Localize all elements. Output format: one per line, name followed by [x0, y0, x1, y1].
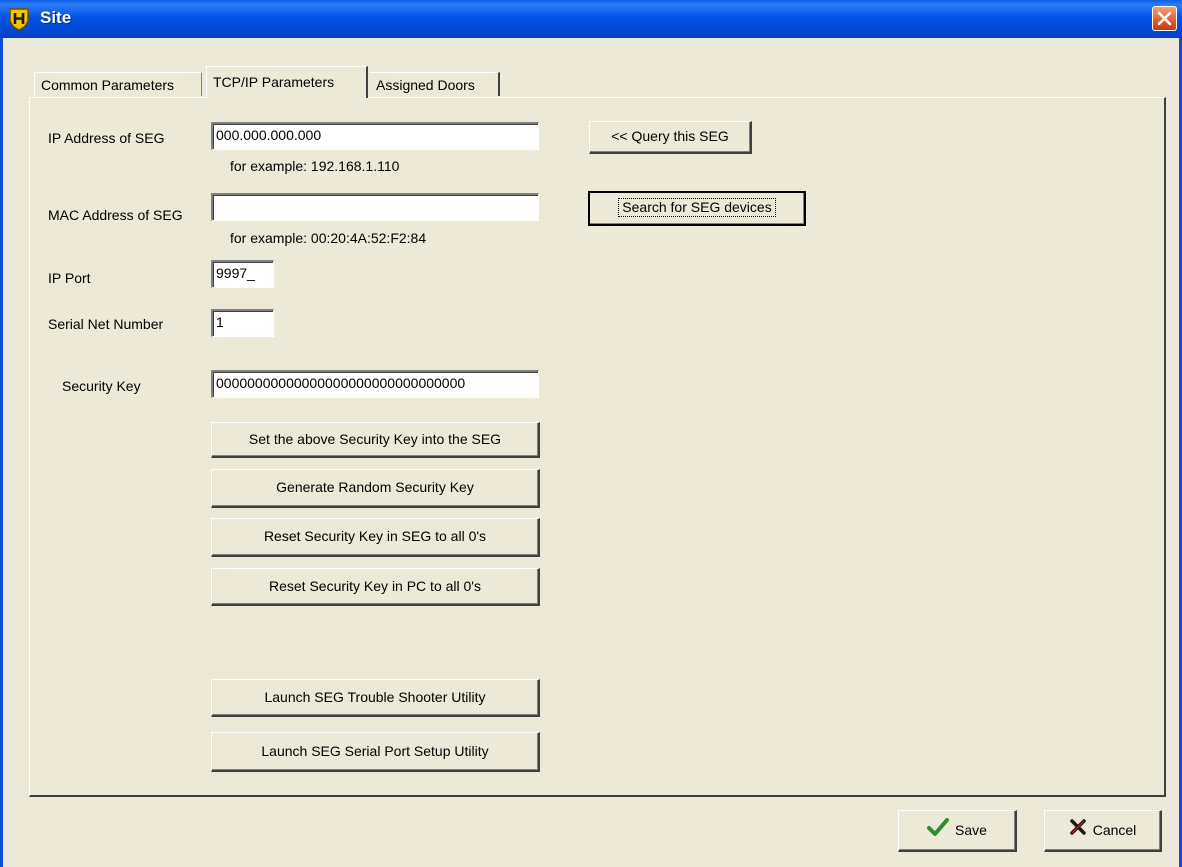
mac-address-field[interactable] [211, 193, 539, 221]
window-title: Site [40, 8, 72, 27]
save-label: Save [955, 822, 987, 838]
tab-assigned-doors[interactable]: Assigned Doors [370, 72, 500, 96]
close-button[interactable] [1152, 6, 1177, 31]
cancel-button[interactable]: Cancel [1044, 810, 1162, 852]
reset-seg-key-button[interactable]: Reset Security Key in SEG to all 0's [211, 518, 540, 557]
cancel-label: Cancel [1092, 822, 1137, 838]
close-icon [1157, 11, 1172, 26]
query-seg-button[interactable]: << Query this SEG [589, 121, 752, 154]
generate-random-key-button[interactable]: Generate Random Security Key [211, 469, 540, 508]
mac-address-hint: for example: 00:20:4A:52:F2:84 [230, 230, 427, 246]
title-bar: Site [0, 0, 1182, 38]
ip-address-field[interactable]: 000.000.000.000 [211, 122, 539, 150]
ip-address-hint: for example: 192.168.1.110 [230, 158, 400, 174]
serial-net-number-field[interactable]: 1 [211, 309, 274, 337]
ip-address-label: IP Address of SEG [48, 130, 165, 146]
launch-serial-setup-button[interactable]: Launch SEG Serial Port Setup Utility [211, 732, 540, 772]
tab-common-parameters[interactable]: Common Parameters [34, 72, 202, 96]
reset-pc-key-button[interactable]: Reset Security Key in PC to all 0's [211, 568, 540, 606]
tab-tcp-ip-parameters[interactable]: TCP/IP Parameters [206, 66, 368, 98]
security-key-field[interactable]: 00000000000000000000000000000000 [211, 370, 539, 398]
ip-port-label: IP Port [48, 270, 91, 286]
search-seg-devices-button[interactable]: Search for SEG devices [588, 191, 806, 226]
window-frame-left [0, 38, 3, 867]
mac-address-label: MAC Address of SEG [48, 207, 183, 223]
security-key-label: Security Key [62, 378, 141, 394]
x-icon [1069, 812, 1087, 850]
shield-h-icon [8, 7, 30, 31]
save-button[interactable]: Save [898, 810, 1017, 852]
serial-net-number-label: Serial Net Number [48, 316, 164, 332]
checkmark-icon [927, 812, 950, 850]
ip-port-field[interactable]: 9997_ [211, 260, 274, 288]
set-security-key-button[interactable]: Set the above Security Key into the SEG [211, 422, 540, 458]
search-seg-devices-label: Search for SEG devices [618, 198, 776, 217]
launch-trouble-shooter-button[interactable]: Launch SEG Trouble Shooter Utility [211, 679, 540, 717]
